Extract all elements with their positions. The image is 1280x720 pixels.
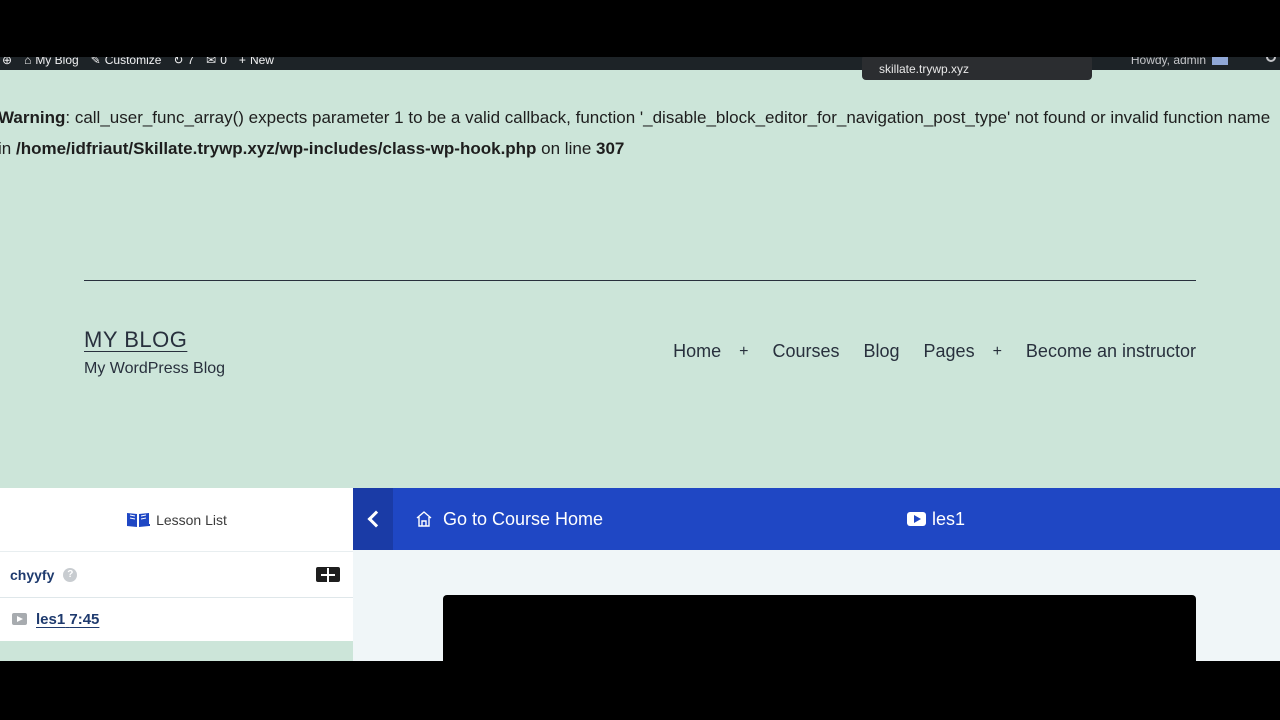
- admin-bar-updates[interactable]: ↻ 7: [173, 57, 194, 67]
- video-player[interactable]: [443, 595, 1196, 661]
- admin-bar-new-label: New: [249, 57, 274, 67]
- header-divider: [84, 280, 1196, 281]
- course-home-label: Go to Course Home: [443, 508, 604, 529]
- site-title[interactable]: MY BLOG: [84, 327, 187, 353]
- topic-title: chyyfy: [10, 566, 55, 583]
- lesson-title: les1: [36, 610, 66, 628]
- youtube-icon: [907, 512, 926, 526]
- current-lesson-title: les1: [907, 488, 965, 550]
- nav-item-blog[interactable]: Blog: [864, 341, 900, 362]
- lesson-list-header: Lesson List: [0, 488, 353, 552]
- nav-item-pages[interactable]: Pages: [924, 341, 975, 362]
- go-to-course-home-link[interactable]: Go to Course Home: [415, 488, 603, 550]
- tooltip-text: skillate.trywp.xyz: [879, 62, 970, 76]
- home-icon: ⌂: [24, 57, 32, 67]
- plus-icon: +: [238, 57, 246, 67]
- lesson-content: [353, 550, 1280, 661]
- updates-icon: ↻: [173, 57, 184, 67]
- nav-submenu-toggle-pages[interactable]: +: [993, 343, 1002, 361]
- browser-viewport: ⊕ ⌂ My Blog ✎ Customize ↻ 7 ✉ 0 + New Ho…: [0, 57, 1280, 661]
- avatar: [1212, 57, 1228, 65]
- current-lesson-label: les1: [932, 508, 966, 529]
- warning-line-text: on line: [536, 139, 596, 158]
- admin-bar-customize-label: Customize: [104, 57, 162, 67]
- home-icon: [416, 511, 432, 527]
- admin-bar-comments-count: 0: [220, 57, 227, 67]
- list-item[interactable]: les1 7:45: [0, 598, 353, 640]
- topic-row[interactable]: chyyfy ?: [0, 552, 353, 598]
- lesson-duration: 7:45: [69, 610, 100, 628]
- warning-line-number: 307: [596, 139, 625, 158]
- lesson-link[interactable]: les1 7:45: [36, 611, 99, 628]
- admin-bar-customize[interactable]: ✎ Customize: [91, 57, 162, 67]
- help-icon[interactable]: ?: [63, 567, 78, 582]
- admin-bar-comments[interactable]: ✉ 0: [206, 57, 227, 67]
- lesson-topbar: Go to Course Home les1: [353, 488, 1280, 550]
- admin-bar-updates-count: 7: [187, 57, 195, 67]
- sidebar-collapse-button[interactable]: [353, 488, 393, 550]
- wordpress-logo-icon[interactable]: ⊕: [2, 57, 12, 67]
- primary-menu: Home + Courses Blog Pages + Become an in…: [649, 341, 1196, 362]
- admin-bar-site-label: My Blog: [35, 57, 79, 67]
- site-description: My WordPress Blog: [84, 360, 226, 377]
- lesson-sidebar: Lesson List chyyfy ? les1 7:45: [0, 488, 353, 641]
- php-warning: Warning: call_user_func_array() expects …: [0, 102, 1280, 164]
- warning-file-path: /home/idfriaut/Skillate.trywp.xyz/wp-inc…: [15, 139, 537, 158]
- video-play-icon: [12, 613, 27, 625]
- admin-bar-account[interactable]: Howdy, admin: [1131, 57, 1228, 70]
- url-tooltip: skillate.trywp.xyz: [862, 57, 1092, 80]
- lesson-list-label: Lesson List: [156, 511, 227, 528]
- nav-item-become-instructor[interactable]: Become an instructor: [1026, 341, 1196, 362]
- book-icon: [127, 512, 151, 527]
- expand-toggle-icon[interactable]: [316, 567, 340, 582]
- brush-icon: ✎: [90, 57, 101, 67]
- nav-item-home[interactable]: Home: [673, 341, 721, 362]
- nav-submenu-toggle-home[interactable]: +: [739, 343, 748, 361]
- admin-bar-new[interactable]: + New: [239, 57, 274, 67]
- comment-icon: ✉: [206, 57, 217, 67]
- warning-label: Warning: [0, 108, 66, 127]
- admin-bar-site-name[interactable]: ⌂ My Blog: [24, 57, 79, 67]
- chevron-left-icon: [367, 510, 385, 528]
- nav-item-courses[interactable]: Courses: [772, 341, 839, 362]
- admin-bar-howdy: Howdy, admin: [1130, 57, 1206, 67]
